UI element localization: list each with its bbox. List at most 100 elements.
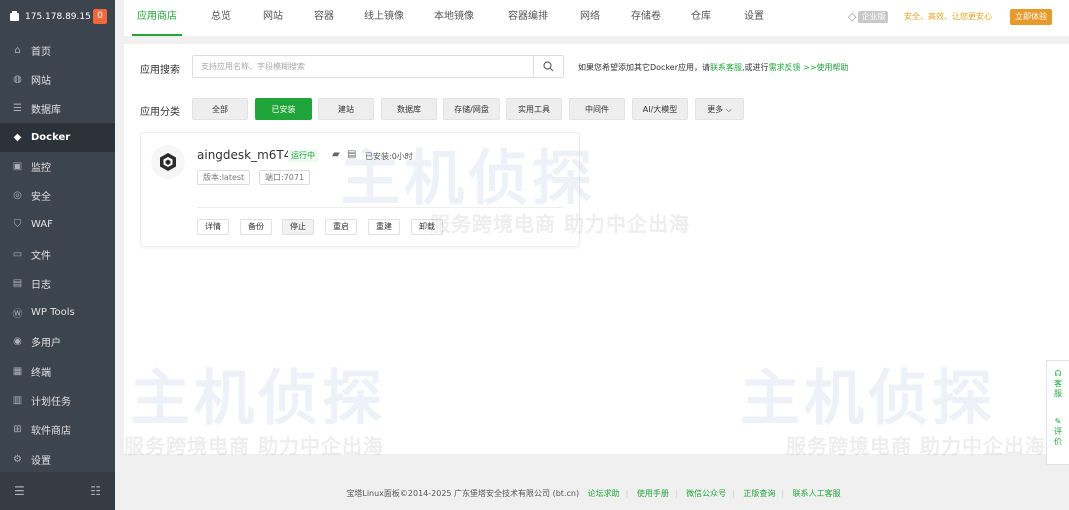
wechat-link[interactable]: 微信公众号 — [686, 489, 726, 498]
tab-local-images[interactable]: 本地镜像 — [428, 0, 480, 36]
notification-badge[interactable]: 0 — [93, 9, 107, 24]
sidebar: 175.178.89.15 0 ⌂ 首页 ◍ 网站 ☰ 数据库 ◆ Docker ▣ 监控… — [0, 0, 115, 510]
status-badge: 运行中 — [288, 150, 318, 162]
tab-registry[interactable]: 仓库 — [682, 0, 720, 36]
category-more[interactable]: 更多 ⌵ — [695, 98, 744, 120]
sidebar-item-label: WP Tools — [31, 307, 75, 318]
folder-icon[interactable]: ▰ — [332, 149, 340, 160]
app-card: aingdesk_m6T4 运行中 ▰ ▤ 已安装:0小时 版本:latest … — [140, 132, 580, 247]
document-icon[interactable]: ▤ — [347, 149, 356, 160]
restart-button[interactable]: 重启 — [325, 219, 357, 235]
installed-time: 已安装:0小时 — [365, 152, 413, 161]
sidebar-item-website[interactable]: ◍ 网站 — [0, 65, 115, 94]
sidebar-item-docker[interactable]: ◆ Docker — [0, 123, 115, 152]
customer-service-button[interactable]: ☊ 客服 — [1047, 369, 1069, 399]
docker-icon: ◆ — [13, 132, 22, 143]
shield-icon: ◎ — [13, 190, 22, 201]
tab-network[interactable]: 网络 — [571, 0, 609, 36]
category-middleware[interactable]: 中间件 — [569, 98, 625, 120]
category-tools[interactable]: 实用工具 — [506, 98, 562, 120]
sidebar-item-cron[interactable]: ▥ 计划任务 — [0, 386, 115, 415]
category-all[interactable]: 全部 — [192, 98, 248, 120]
sidebar-item-label: 数据库 — [31, 105, 61, 116]
menu-list-icon[interactable]: ☷ — [90, 484, 101, 498]
sidebar-item-settings[interactable]: ⚙ 设置 — [0, 445, 115, 474]
app-store-panel: 应用搜索 如果您希望添加其它Docker应用，请联系客服,或进行需求反馈 >>使… — [124, 44, 1069, 454]
review-label: 评价 — [1054, 427, 1062, 446]
review-button[interactable]: ✎ 评价 — [1047, 417, 1069, 447]
sidebar-item-home[interactable]: ⌂ 首页 — [0, 36, 115, 65]
gear-icon: ⚙ — [13, 454, 22, 465]
sidebar-item-label: 首页 — [31, 47, 51, 58]
sidebar-item-database[interactable]: ☰ 数据库 — [0, 94, 115, 123]
enterprise-badge[interactable]: ◇ 企业版 — [848, 10, 889, 23]
rebuild-button[interactable]: 重建 — [368, 219, 400, 235]
app-name[interactable]: aingdesk_m6T4 — [197, 148, 291, 162]
category-site-building[interactable]: 建站 — [318, 98, 374, 120]
help-link[interactable]: >>使用帮助 — [803, 63, 848, 72]
footer: 宝塔Linux面板©2014-2025 广东堡塔安全技术有限公司 (bt.cn)… — [346, 489, 841, 498]
tab-containers[interactable]: 容器 — [305, 0, 343, 36]
sidebar-item-label: 多用户 — [31, 338, 61, 349]
panel-logo-icon — [10, 11, 19, 21]
home-icon: ⌂ — [14, 45, 21, 56]
category-ai[interactable]: AI/大模型 — [632, 98, 688, 120]
sidebar-item-multi-user[interactable]: ◉ 多用户 — [0, 327, 115, 356]
uninstall-button[interactable]: 卸载 — [411, 219, 443, 235]
headset-icon: ☊ — [1054, 369, 1062, 378]
license-link[interactable]: 正版查询 — [743, 489, 775, 498]
waf-shield-icon: ⛉ — [13, 219, 22, 230]
tab-overview[interactable]: 总览 — [202, 0, 240, 36]
sidebar-item-label: 终端 — [31, 368, 51, 379]
support-link[interactable]: 联系人工客服 — [793, 489, 841, 498]
sidebar-item-waf[interactable]: ⛉ WAF — [0, 210, 115, 239]
calendar-icon: ▥ — [12, 395, 23, 406]
tab-volumes[interactable]: 存储卷 — [624, 0, 668, 36]
server-ip: 175.178.89.15 — [25, 11, 91, 22]
tab-settings[interactable]: 设置 — [735, 0, 773, 36]
stop-button[interactable]: 停止 — [282, 219, 314, 235]
server-header: 175.178.89.15 0 — [0, 0, 115, 33]
forum-link[interactable]: 论坛求助 — [588, 489, 620, 498]
sidebar-item-terminal[interactable]: ▦ 终端 — [0, 357, 115, 386]
category-installed[interactable]: 已安装 — [255, 98, 312, 120]
collapse-sidebar-icon[interactable]: ☰ — [14, 484, 25, 498]
floating-service-bar: ☊ 客服 ✎ 评价 — [1046, 360, 1069, 465]
sidebar-item-label: 网站 — [31, 76, 51, 87]
sidebar-item-label: 软件商店 — [31, 426, 71, 437]
more-label: 更多 — [707, 105, 724, 114]
sidebar-item-logs[interactable]: ▤ 日志 — [0, 269, 115, 298]
edit-icon: ✎ — [1054, 417, 1062, 426]
contact-support-link[interactable]: 联系客服 — [710, 63, 742, 72]
try-now-button[interactable]: 立即体验 — [1010, 9, 1052, 25]
sidebar-item-security[interactable]: ◎ 安全 — [0, 181, 115, 210]
globe-icon: ◍ — [13, 74, 22, 85]
sidebar-item-label: 计划任务 — [31, 397, 71, 408]
details-button[interactable]: 详情 — [197, 219, 229, 235]
port-tag[interactable]: 端口:7071 — [259, 170, 311, 185]
folder-icon: ▭ — [12, 249, 23, 260]
category-storage[interactable]: 存储/网盘 — [443, 98, 500, 120]
database-icon: ☰ — [13, 103, 22, 114]
search-icon — [543, 61, 554, 72]
sidebar-footer: ☰ ☷ — [0, 472, 115, 510]
feedback-link[interactable]: 需求反馈 — [769, 63, 801, 72]
sidebar-item-monitor[interactable]: ▣ 监控 — [0, 152, 115, 181]
tab-websites[interactable]: 网站 — [254, 0, 292, 36]
app-logo-icon — [151, 145, 185, 179]
category-database[interactable]: 数据库 — [381, 98, 437, 120]
sidebar-item-wp-tools[interactable]: Ⓦ WP Tools — [0, 298, 115, 327]
tab-compose[interactable]: 容器编排 — [502, 0, 554, 36]
search-button[interactable] — [533, 56, 563, 77]
sidebar-item-store[interactable]: ⊞ 软件商店 — [0, 415, 115, 444]
sidebar-item-files[interactable]: ▭ 文件 — [0, 240, 115, 269]
sidebar-item-label: 监控 — [31, 163, 51, 174]
tab-app-store[interactable]: 应用商店 — [132, 0, 182, 36]
tab-online-images[interactable]: 线上镜像 — [358, 0, 410, 36]
category-label: 应用分类 — [140, 107, 180, 118]
sidebar-item-label: 日志 — [31, 280, 51, 291]
search-input[interactable] — [193, 56, 531, 77]
backup-button[interactable]: 备份 — [240, 219, 272, 235]
manual-link[interactable]: 使用手册 — [637, 489, 669, 498]
sidebar-item-label: 安全 — [31, 192, 51, 203]
